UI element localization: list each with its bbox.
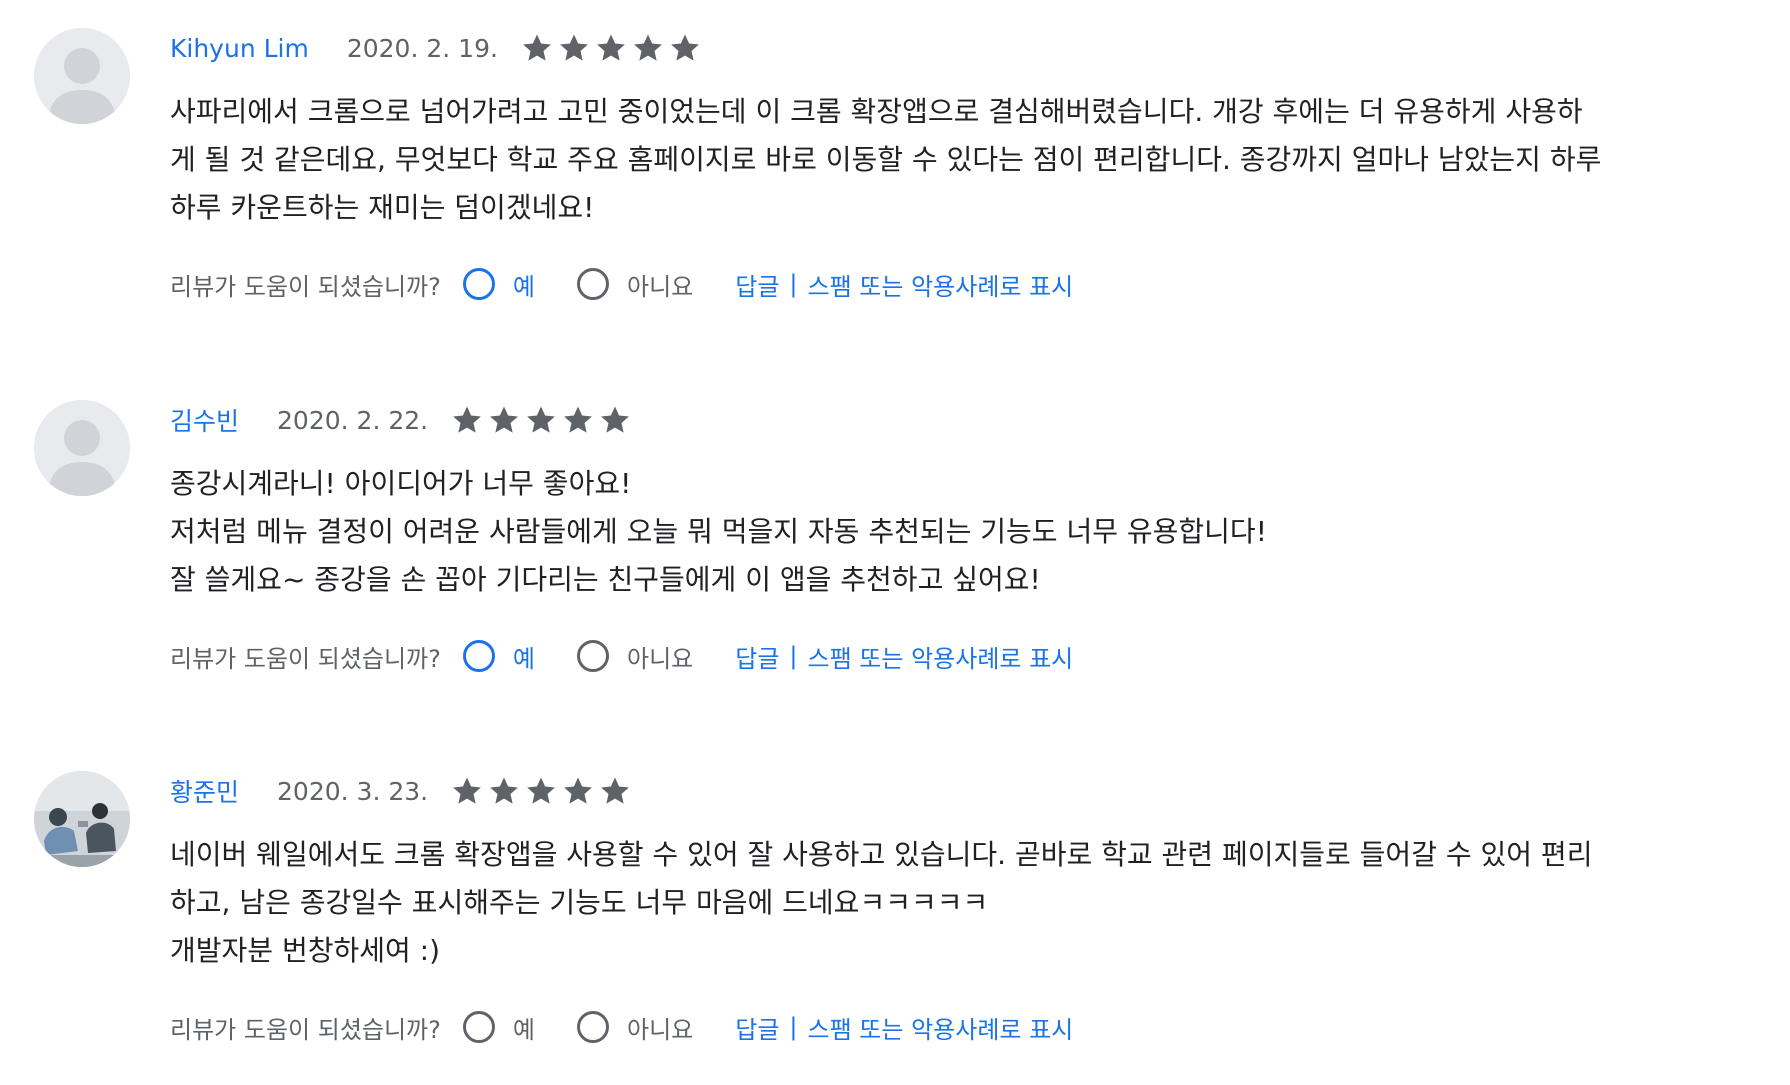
review-meta: 황준민 2020. 3. 23.: [170, 771, 1730, 811]
review-body: 황준민 2020. 3. 23. 네이버 웨일에서도 크롬 확장앱을 사용할 수…: [170, 771, 1730, 1047]
helpful-yes-option[interactable]: 예: [462, 639, 535, 674]
star-icon: [601, 777, 629, 804]
helpful-yes-label: 예: [512, 1015, 535, 1044]
helpful-yes-option[interactable]: 예: [462, 1010, 535, 1045]
review-text-line: 잘 쓸게요~ 종강을 손 꼽아 기다리는 친구들에게 이 앱을 추천하고 싶어요…: [170, 563, 1041, 596]
review-date: 2020. 2. 22.: [277, 405, 429, 435]
star-icon: [597, 34, 625, 61]
review-author[interactable]: 김수빈: [170, 402, 239, 438]
review-body: 김수빈 2020. 2. 22. 종강시계라니! 아이디어가 너무 좋아요! 저…: [170, 400, 1730, 676]
helpful-row: 리뷰가 도움이 되셨습니까? 예 아니요 답글 | 스팸 또는 악용사례로 표시: [170, 636, 1730, 676]
review-text: 종강시계라니! 아이디어가 너무 좋아요! 저처럼 메뉴 결정이 어려운 사람들…: [170, 460, 1730, 604]
review-text-line: 하루 카운트하는 재미는 덤이겠네요!: [170, 191, 595, 224]
reply-link[interactable]: 답글: [735, 1010, 779, 1045]
link-separator: |: [789, 1013, 798, 1041]
avatar: [34, 400, 130, 496]
review-meta: Kihyun Lim 2020. 2. 19.: [170, 28, 1730, 68]
review-text-line: 하고, 남은 종강일수 표시해주는 기능도 너무 마음에 드네요ㅋㅋㅋㅋㅋ: [170, 886, 989, 919]
link-separator: |: [789, 270, 798, 298]
helpful-no-radio[interactable]: [576, 640, 609, 672]
report-abuse-link[interactable]: 스팸 또는 악용사례로 표시: [808, 267, 1074, 302]
report-abuse-link[interactable]: 스팸 또는 악용사례로 표시: [808, 1010, 1074, 1045]
helpful-yes-radio[interactable]: [462, 268, 495, 300]
helpful-yes-radio[interactable]: [462, 640, 495, 672]
star-icon: [560, 34, 588, 61]
review-date: 2020. 2. 19.: [346, 33, 498, 63]
star-rating: [450, 403, 632, 437]
review-text-line: 사파리에서 크롬으로 넘어가려고 고민 중이었는데 이 크롬 확장앱으로 결심해…: [170, 95, 1583, 128]
star-icon: [453, 777, 481, 804]
helpful-no-label: 아니요: [626, 644, 694, 673]
star-rating: [450, 774, 632, 808]
review-author[interactable]: 황준민: [170, 773, 239, 809]
link-separator: |: [789, 642, 798, 670]
helpful-no-radio[interactable]: [576, 268, 609, 300]
review-text-line: 네이버 웨일에서도 크롬 확장앱을 사용할 수 있어 잘 사용하고 있습니다. …: [170, 838, 1593, 871]
avatar: [34, 771, 130, 867]
review-text-line: 개발자분 번창하세여 :): [170, 934, 440, 967]
star-icon: [564, 406, 592, 433]
helpful-no-label: 아니요: [626, 1015, 694, 1044]
star-icon: [564, 777, 592, 804]
review-text: 사파리에서 크롬으로 넘어가려고 고민 중이었는데 이 크롬 확장앱으로 결심해…: [170, 88, 1730, 232]
review-text: 네이버 웨일에서도 크롬 확장앱을 사용할 수 있어 잘 사용하고 있습니다. …: [170, 831, 1730, 975]
review-meta: 김수빈 2020. 2. 22.: [170, 400, 1730, 440]
helpful-question: 리뷰가 도움이 되셨습니까?: [170, 644, 441, 673]
star-icon: [490, 406, 518, 433]
helpful-yes-option[interactable]: 예: [462, 267, 535, 302]
review-list: Kihyun Lim 2020. 2. 19. 사파리에서 크롬으로 넘어가려고…: [0, 0, 1790, 1085]
star-icon: [527, 406, 555, 433]
reply-link[interactable]: 답글: [735, 639, 779, 674]
report-abuse-link[interactable]: 스팸 또는 악용사례로 표시: [808, 639, 1074, 674]
helpful-no-radio[interactable]: [576, 1011, 609, 1043]
star-icon: [634, 34, 662, 61]
helpful-no-option[interactable]: 아니요: [576, 267, 694, 302]
star-icon: [453, 406, 481, 433]
review-date: 2020. 3. 23.: [277, 776, 429, 806]
helpful-question: 리뷰가 도움이 되셨습니까?: [170, 1015, 441, 1044]
helpful-row: 리뷰가 도움이 되셨습니까? 예 아니요 답글 | 스팸 또는 악용사례로 표시: [170, 1007, 1730, 1047]
reply-link[interactable]: 답글: [735, 267, 779, 302]
star-icon: [490, 777, 518, 804]
helpful-yes-label: 예: [512, 644, 535, 673]
review-author[interactable]: Kihyun Lim: [170, 34, 309, 63]
star-icon: [671, 34, 699, 61]
star-icon: [527, 777, 555, 804]
helpful-yes-label: 예: [512, 272, 535, 301]
star-icon: [523, 34, 551, 61]
review-text-line: 종강시계라니! 아이디어가 너무 좋아요!: [170, 467, 632, 500]
person-placeholder-icon: [34, 28, 130, 124]
review-text-line: 게 될 것 같은데요, 무엇보다 학교 주요 홈페이지로 바로 이동할 수 있다…: [170, 143, 1602, 176]
helpful-yes-radio[interactable]: [462, 1011, 495, 1043]
helpful-no-label: 아니요: [626, 272, 694, 301]
helpful-question: 리뷰가 도움이 되셨습니까?: [170, 272, 441, 301]
profile-photo-icon: [34, 771, 130, 867]
star-icon: [601, 406, 629, 433]
helpful-no-option[interactable]: 아니요: [576, 639, 694, 674]
review-body: Kihyun Lim 2020. 2. 19. 사파리에서 크롬으로 넘어가려고…: [170, 28, 1730, 304]
avatar: [34, 28, 130, 124]
review-text-line: 저처럼 메뉴 결정이 어려운 사람들에게 오늘 뭐 먹을지 자동 추천되는 기능…: [170, 515, 1267, 548]
helpful-no-option[interactable]: 아니요: [576, 1010, 694, 1045]
person-placeholder-icon: [34, 400, 130, 496]
star-rating: [520, 31, 702, 65]
helpful-row: 리뷰가 도움이 되셨습니까? 예 아니요 답글 | 스팸 또는 악용사례로 표시: [170, 264, 1730, 304]
